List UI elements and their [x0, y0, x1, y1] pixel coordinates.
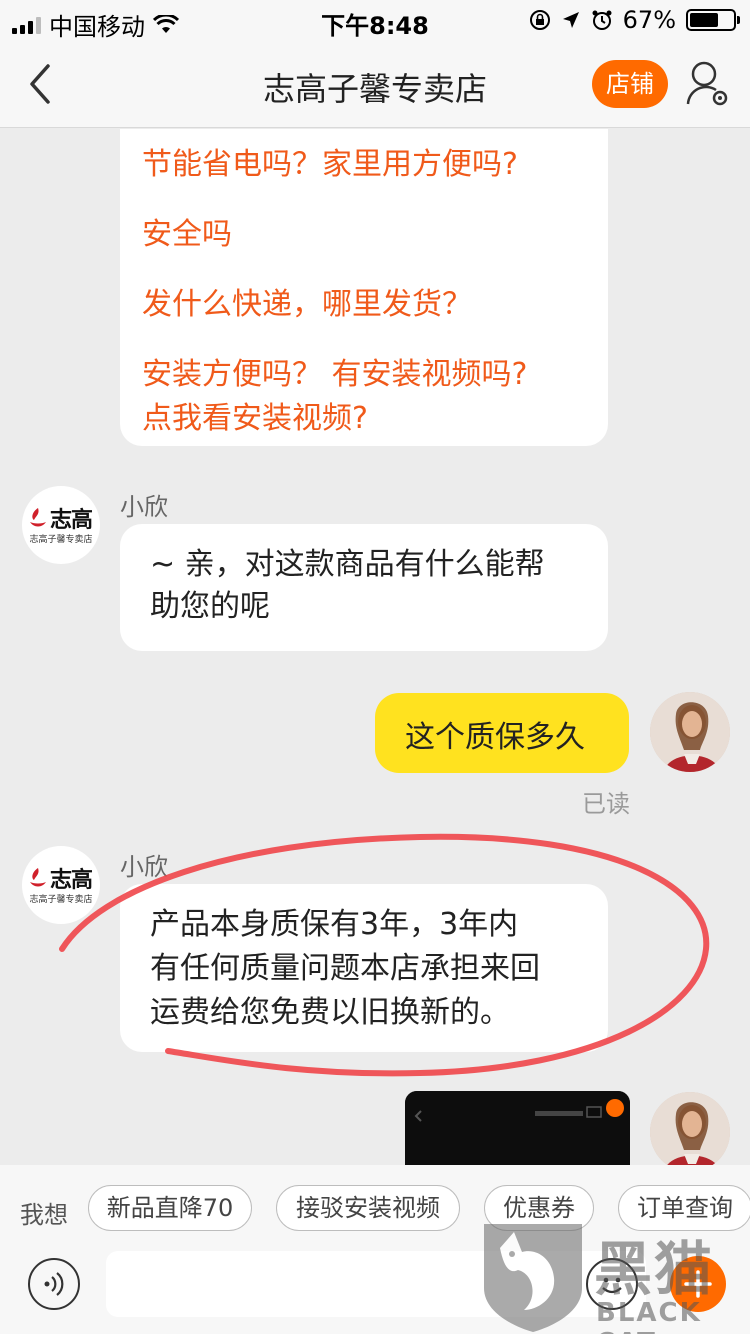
- user-message-bubble: 这个质保多久: [375, 693, 629, 773]
- faq-question-link[interactable]: 发什么快递，哪里发货？: [142, 279, 472, 323]
- orientation-lock-icon: [529, 10, 550, 30]
- watermark-en-text: BLACK CAT: [596, 1298, 702, 1334]
- message-line: 助您的呢: [150, 589, 270, 624]
- shop-message-bubble: 产品本身质保有3年，3年内 有任何质量问题本店承担来回 运费给您免费以旧换新的。: [120, 884, 608, 1052]
- video-thumbnail: [405, 1091, 630, 1165]
- sender-name: 小欣: [120, 493, 168, 521]
- message-line: 有任何质量问题本店承担来回: [150, 951, 540, 986]
- battery-fill: [690, 13, 719, 27]
- chigo-logo-icon: [30, 868, 46, 887]
- faq-question-link[interactable]: 节能省电吗？家里用方便吗?: [142, 139, 518, 183]
- chat-screen: 中国移动 下午8:48 67% 志高子馨专卖店 店铺 节能省电吗？家里用方便吗?…: [0, 0, 750, 1334]
- faq-question-link[interactable]: 安装方便吗？ 有安装视频吗?: [142, 349, 527, 393]
- sender-name: 小欣: [120, 853, 168, 881]
- blackcat-watermark: 黑猫 BLACK CAT: [478, 1218, 750, 1334]
- status-bar: 中国移动 下午8:48 67%: [0, 0, 750, 41]
- quick-reply-prefix: 我想: [20, 1201, 68, 1229]
- location-icon: [562, 12, 579, 28]
- user-photo: [650, 1092, 730, 1165]
- shop-avatar[interactable]: 志高 志高子馨专卖店: [22, 486, 100, 564]
- faq-bubble: 节能省电吗？家里用方便吗? 安全吗 发什么快递，哪里发货？ 安装方便吗？ 有安装…: [120, 129, 608, 446]
- user-settings-icon[interactable]: [686, 58, 730, 108]
- shop-avatar[interactable]: 志高 志高子馨专卖店: [22, 846, 100, 924]
- shop-logo-text: 志高: [50, 868, 93, 893]
- quick-reply-chip[interactable]: 新品直降70: [88, 1185, 252, 1231]
- voice-icon[interactable]: [28, 1258, 80, 1310]
- battery-icon: [686, 9, 740, 31]
- alarm-icon: [592, 10, 612, 30]
- user-photo: [650, 692, 730, 772]
- message-line: 产品本身质保有3年，3年内: [150, 907, 519, 942]
- chat-area[interactable]: 节能省电吗？家里用方便吗? 安全吗 发什么快递，哪里发货？ 安装方便吗？ 有安装…: [0, 129, 750, 1165]
- battery-percent: 67%: [622, 6, 676, 34]
- shop-logo-subtext: 志高子馨专卖店: [29, 535, 93, 545]
- read-status: 已读: [582, 790, 630, 818]
- message-line: 运费给您免费以旧换新的。: [150, 995, 510, 1030]
- store-button[interactable]: 店铺: [592, 60, 668, 108]
- cat-shield-icon: [484, 1224, 582, 1332]
- user-avatar[interactable]: [650, 1092, 730, 1165]
- chigo-logo-icon: [30, 508, 46, 527]
- shop-message-bubble: ~ 亲，对这款商品有什么能帮 助您的呢: [120, 524, 608, 651]
- user-message-text: 这个质保多久: [405, 720, 585, 755]
- shop-logo-subtext: 志高子馨专卖店: [29, 895, 93, 905]
- shop-logo-text: 志高: [50, 508, 93, 533]
- message-line: ~ 亲，对这款商品有什么能帮: [150, 547, 545, 582]
- quick-reply-chip[interactable]: 接驳安装视频: [276, 1185, 460, 1231]
- video-message-card[interactable]: [405, 1091, 630, 1165]
- nav-bar: 志高子馨专卖店 店铺: [0, 40, 750, 128]
- faq-question-link[interactable]: 安全吗: [142, 209, 232, 253]
- user-avatar[interactable]: [650, 692, 730, 772]
- watermark-cn-text: 黑猫: [594, 1235, 715, 1303]
- faq-question-link[interactable]: 点我看安装视频?: [142, 393, 368, 437]
